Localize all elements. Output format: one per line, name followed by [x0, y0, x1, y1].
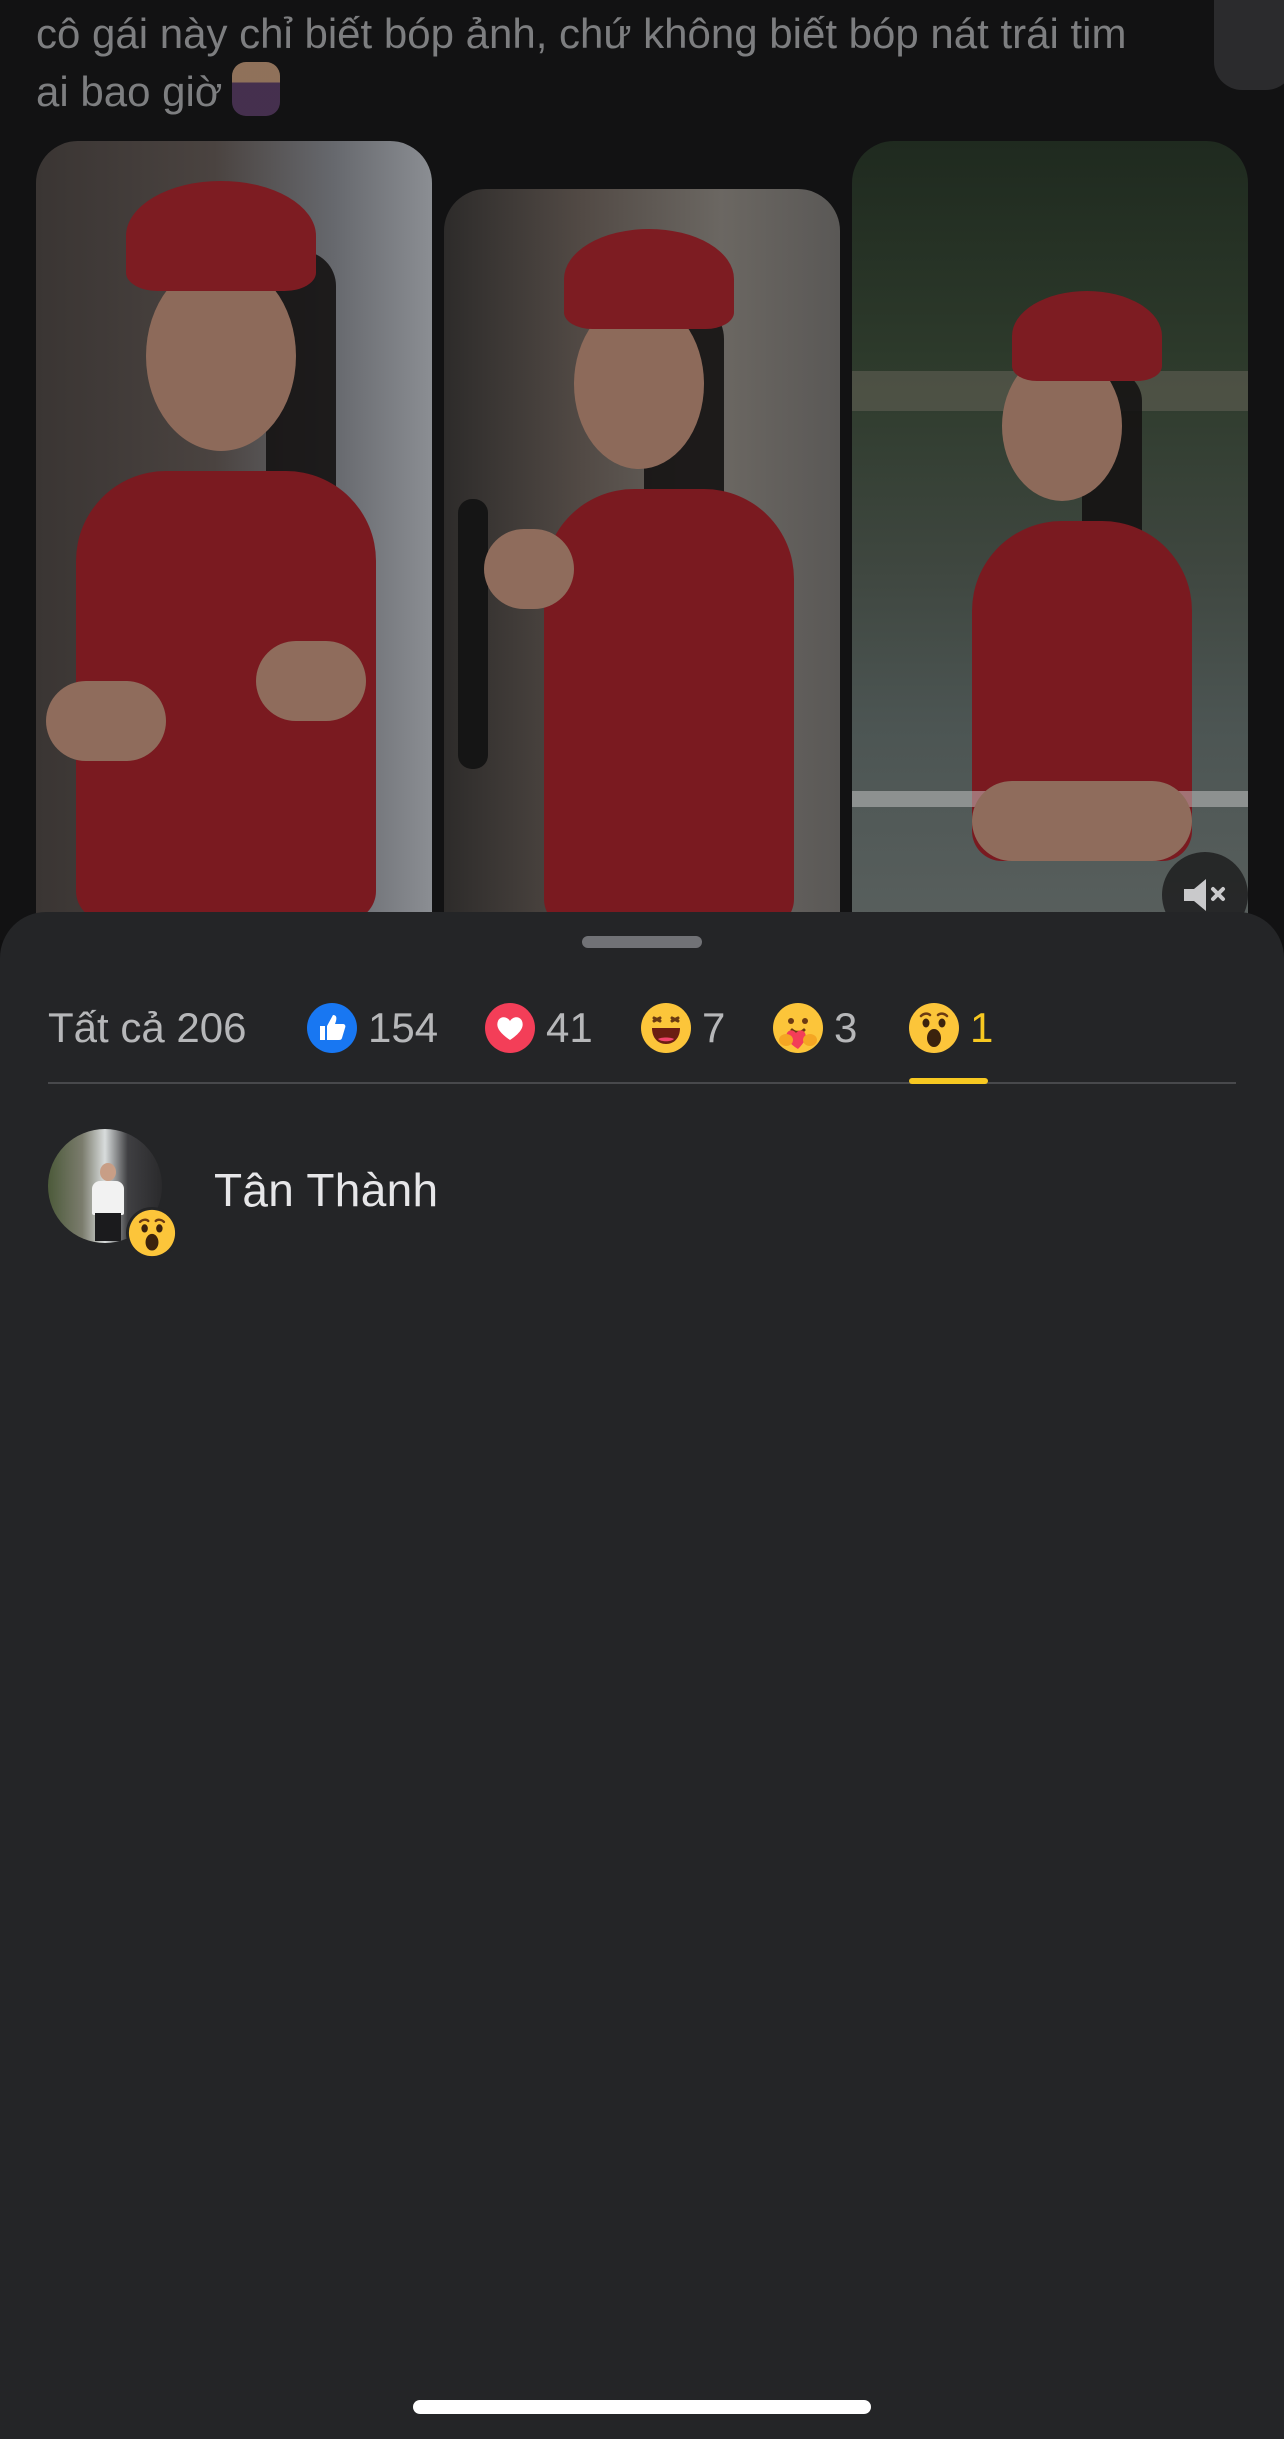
list-item[interactable]: Tân Thành: [48, 1120, 1236, 1260]
tab-care[interactable]: 3: [772, 972, 857, 1084]
tab-haha[interactable]: 7: [640, 972, 725, 1084]
photo-3[interactable]: [852, 141, 1248, 921]
tab-love[interactable]: 41: [484, 972, 593, 1084]
post-background: cô gái này chỉ biết bóp ảnh, chứ không b…: [0, 0, 1284, 940]
like-icon: [307, 1003, 357, 1053]
home-indicator[interactable]: [413, 2400, 871, 2414]
care-icon: [773, 1003, 823, 1053]
wow-icon: [128, 1209, 176, 1257]
active-tab-indicator: [909, 1078, 988, 1084]
tab-haha-count: 7: [702, 1004, 726, 1051]
love-icon: [485, 1003, 535, 1053]
tab-wow[interactable]: 1: [908, 972, 993, 1084]
photo-2[interactable]: [444, 189, 840, 921]
reactions-sheet: Tất cả 206 154 41 7 3 1 Tân Thành: [0, 912, 1284, 2439]
photo-1-figure: [36, 141, 432, 921]
speaker-muted-icon: [1184, 879, 1225, 911]
tab-care-count: 3: [834, 1004, 858, 1051]
tab-all[interactable]: Tất cả 206: [48, 972, 246, 1084]
reaction-tabs: Tất cả 206 154 41 7 3 1: [48, 972, 1236, 1084]
tab-like-count: 154: [368, 1004, 439, 1051]
photo-3-figure: [852, 141, 1248, 921]
photo-1[interactable]: [36, 141, 432, 921]
user-name[interactable]: Tân Thành: [214, 1163, 438, 1217]
tab-love-count: 41: [546, 1004, 593, 1051]
reaction-badge: [126, 1207, 178, 1259]
sheet-grabber[interactable]: [582, 936, 702, 948]
tab-like[interactable]: 154: [306, 972, 438, 1084]
screen: cô gái này chỉ biết bóp ảnh, chứ không b…: [0, 0, 1284, 2439]
photo-strip[interactable]: [0, 0, 1284, 940]
avatar-container[interactable]: [48, 1129, 178, 1259]
tab-wow-count: 1: [970, 1004, 994, 1051]
wow-icon: [909, 1003, 959, 1053]
tab-all-label: Tất cả 206: [48, 1004, 247, 1051]
haha-icon: [641, 1003, 691, 1053]
photo-2-figure: [444, 189, 840, 921]
